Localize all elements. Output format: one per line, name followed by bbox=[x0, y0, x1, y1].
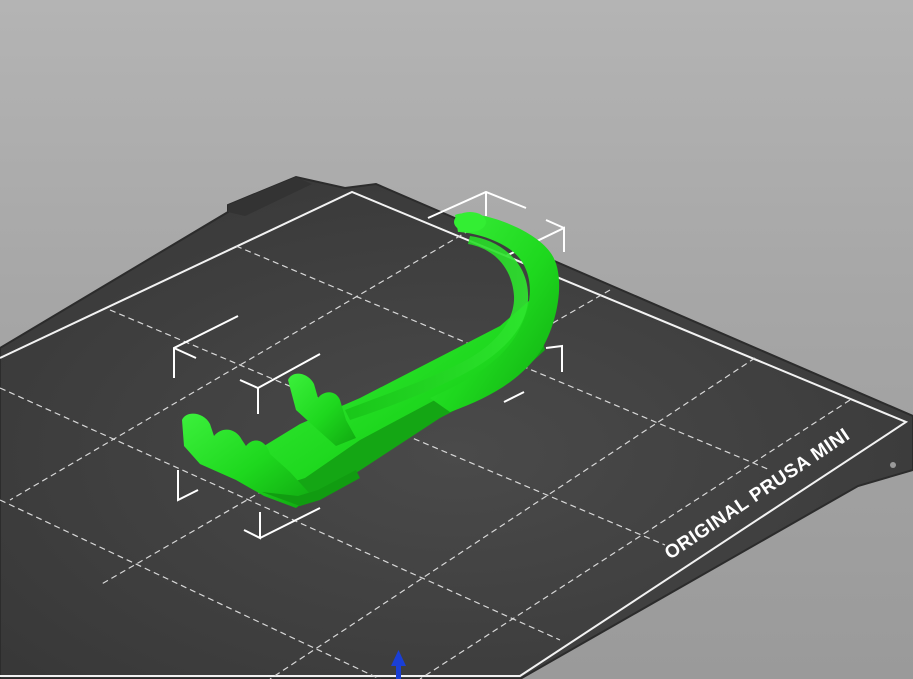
print-bed: ORIGINAL PRUSA MINI bbox=[0, 175, 913, 679]
scene-canvas[interactable]: ORIGINAL PRUSA MINI bbox=[0, 0, 913, 679]
bed-screw-hole bbox=[890, 462, 896, 468]
3d-viewport[interactable]: ORIGINAL PRUSA MINI bbox=[0, 0, 913, 679]
bed-plate bbox=[0, 175, 913, 679]
model-back-cap bbox=[454, 212, 486, 232]
